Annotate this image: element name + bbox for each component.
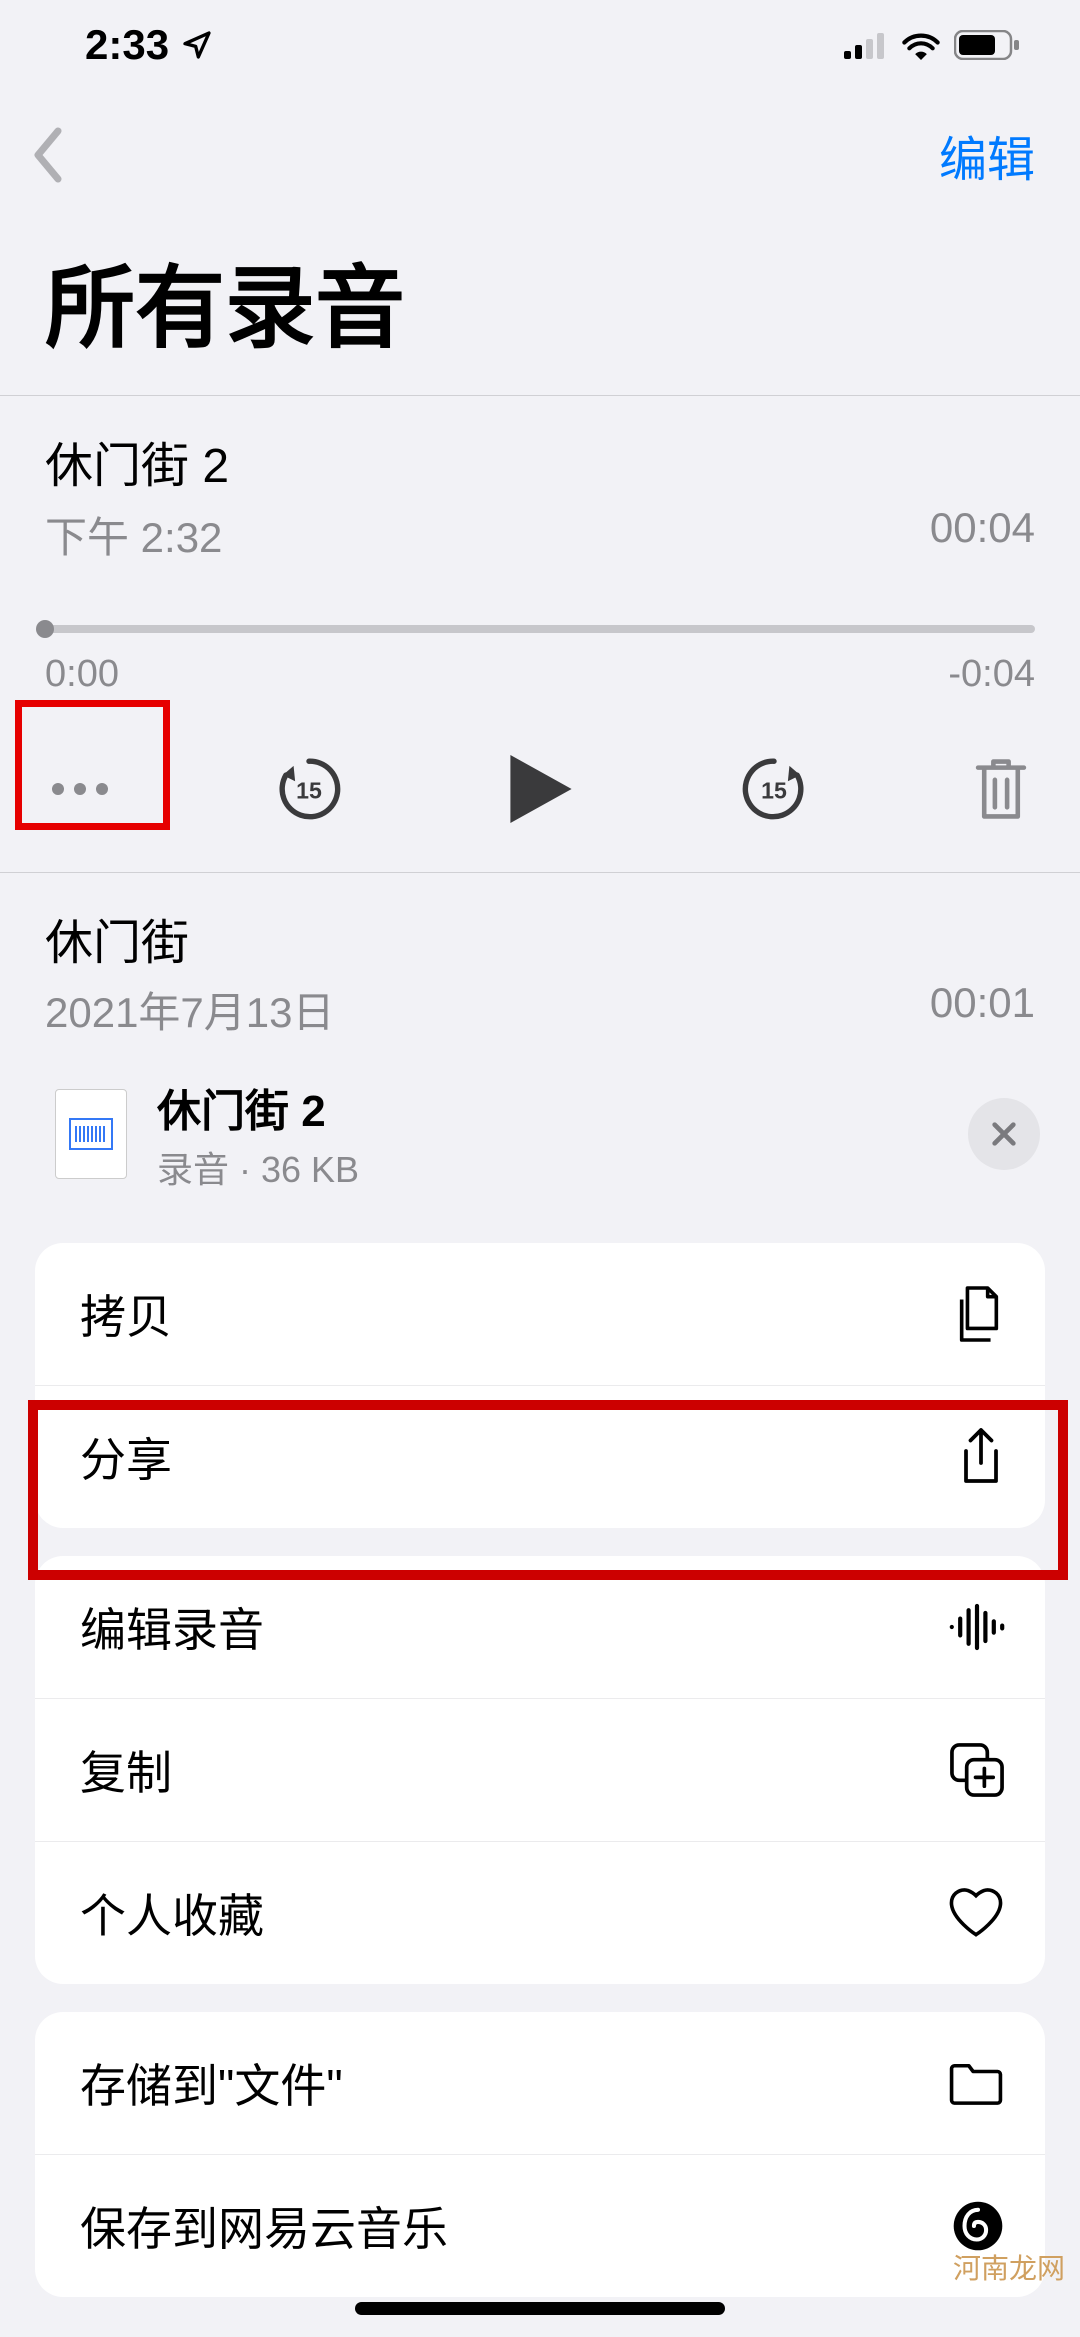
recording-meta: 下午 2:32 00:04 <box>45 504 1035 565</box>
close-icon <box>988 1118 1020 1150</box>
playback-controls: 15 15 <box>45 751 1035 837</box>
progress-thumb[interactable] <box>36 620 54 638</box>
forward-15-icon[interactable]: 15 <box>737 752 811 826</box>
netease-icon <box>951 2199 1005 2253</box>
back-chevron-icon[interactable] <box>30 127 70 183</box>
sheet-file-title: 休门街 2 <box>157 1075 968 1139</box>
recording-item-date: 2021年7月13日 <box>45 979 335 1040</box>
cellular-icon <box>844 31 888 59</box>
action-label: 个人收藏 <box>80 1880 264 1946</box>
action-group-1: 拷贝 分享 <box>35 1243 1045 1528</box>
action-label: 编辑录音 <box>80 1594 264 1660</box>
nav-bar: 编辑 <box>0 90 1080 200</box>
sheet-file-sub: 录音 · 36 KB <box>157 1141 968 1193</box>
watermark-text: 河南龙网 <box>953 2247 1065 2287</box>
status-bar: 2:33 <box>0 0 1080 90</box>
folder-icon <box>947 2060 1005 2106</box>
action-group-2: 编辑录音 复制 个人收藏 <box>35 1556 1045 1984</box>
svg-text:15: 15 <box>761 777 787 803</box>
page-title: 所有录音 <box>0 200 1080 396</box>
action-label: 保存到网易云音乐 <box>80 2193 448 2259</box>
heart-icon <box>947 1887 1005 1939</box>
recording-expanded: 休门街 2 下午 2:32 00:04 0:00 -0:04 15 15 <box>0 396 1080 872</box>
action-label: 拷贝 <box>80 1281 172 1347</box>
waveform-icon <box>949 1603 1005 1651</box>
elapsed-time: 0:00 <box>45 653 119 696</box>
action-label: 分享 <box>80 1424 172 1490</box>
recording-time: 下午 2:32 <box>45 504 222 565</box>
action-save-netease[interactable]: 保存到网易云音乐 <box>35 2154 1045 2297</box>
status-time: 2:33 <box>85 21 169 69</box>
file-thumbnail-icon <box>55 1089 127 1179</box>
location-icon <box>181 29 213 61</box>
recording-title: 休门街 2 <box>45 426 1035 496</box>
action-copy[interactable]: 拷贝 <box>35 1243 1045 1385</box>
copy-doc-icon <box>953 1285 1005 1343</box>
playback-progress[interactable] <box>45 625 1035 633</box>
play-icon[interactable] <box>507 751 575 827</box>
recording-item-meta: 2021年7月13日 00:01 <box>45 979 1035 1040</box>
action-label: 复制 <box>80 1737 172 1803</box>
action-save-to-files[interactable]: 存储到"文件" <box>35 2012 1045 2154</box>
action-edit-recording[interactable]: 编辑录音 <box>35 1556 1045 1698</box>
svg-text:15: 15 <box>296 777 322 803</box>
sheet-file-info: 休门街 2 录音 · 36 KB <box>157 1075 968 1193</box>
action-sheet: 休门街 2 录音 · 36 KB 拷贝 分享 编辑 <box>0 1035 1080 2337</box>
duplicate-icon <box>949 1742 1005 1798</box>
action-duplicate[interactable]: 复制 <box>35 1698 1045 1841</box>
battery-icon <box>954 30 1020 60</box>
trash-icon[interactable] <box>972 755 1030 823</box>
action-share[interactable]: 分享 <box>35 1385 1045 1528</box>
wifi-icon <box>900 30 942 60</box>
share-icon <box>957 1427 1005 1487</box>
action-label: 存储到"文件" <box>80 2050 343 2116</box>
recording-duration: 00:04 <box>930 504 1035 565</box>
more-options-icon[interactable] <box>50 781 110 797</box>
status-icons <box>844 30 1020 60</box>
action-group-3: 存储到"文件" 保存到网易云音乐 <box>35 2012 1045 2297</box>
home-indicator[interactable] <box>355 2302 725 2315</box>
status-time-group: 2:33 <box>85 21 213 69</box>
sheet-header: 休门街 2 录音 · 36 KB <box>0 1075 1080 1243</box>
close-button[interactable] <box>968 1098 1040 1170</box>
recording-item-duration: 00:01 <box>930 979 1035 1040</box>
edit-button[interactable]: 编辑 <box>939 120 1035 190</box>
remaining-time: -0:04 <box>948 653 1035 696</box>
time-row: 0:00 -0:04 <box>45 653 1035 696</box>
recording-item-title: 休门街 <box>45 903 1035 973</box>
rewind-15-icon[interactable]: 15 <box>272 752 346 826</box>
action-favorite[interactable]: 个人收藏 <box>35 1841 1045 1984</box>
